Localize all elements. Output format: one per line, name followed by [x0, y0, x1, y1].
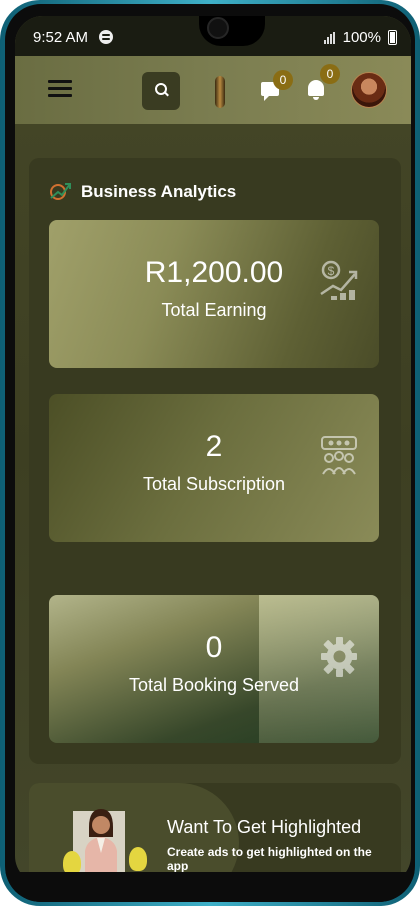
svg-text:$: $	[328, 264, 335, 278]
app-screen: 9:52 AM 100% 0 0 Business Analytics R1,2…	[15, 16, 411, 884]
chat-badge: 0	[273, 70, 293, 90]
promo-title: Want To Get Highlighted	[167, 817, 362, 837]
notification-badge: 0	[320, 64, 340, 84]
bell-icon[interactable]	[308, 80, 324, 100]
phone-bottom-bezel	[5, 872, 415, 902]
coin-icon[interactable]	[215, 76, 225, 108]
battery-icon	[388, 30, 397, 45]
avatar[interactable]	[351, 72, 387, 108]
highlight-promo-banner[interactable]: Want To Get Highlighted Create ads to ge…	[29, 783, 401, 884]
status-bar: 9:52 AM 100%	[15, 16, 411, 56]
business-analytics-panel: Business Analytics R1,200.00 Total Earni…	[29, 158, 401, 764]
total-earning-card[interactable]: R1,200.00 Total Earning $	[49, 220, 379, 368]
audience-icon	[321, 436, 357, 475]
phone-frame: 9:52 AM 100% 0 0 Business Analytics R1,2…	[0, 0, 420, 906]
spotify-icon	[99, 30, 113, 44]
phone-bezel: 9:52 AM 100% 0 0 Business Analytics R1,2…	[5, 4, 415, 902]
status-time: 9:52 AM	[33, 29, 89, 46]
lightbulb-icon	[129, 847, 147, 871]
panel-title: Business Analytics	[81, 182, 237, 201]
signal-icon	[323, 31, 335, 44]
top-app-bar: 0 0	[15, 56, 411, 124]
promo-text: Create ads to get highlighted on the app	[167, 845, 372, 873]
earnings-chart-icon: $	[320, 260, 358, 300]
search-button[interactable]	[142, 72, 180, 110]
gear-icon	[321, 637, 357, 677]
total-subscription-card[interactable]: 2 Total Subscription	[49, 394, 379, 542]
camera-icon	[207, 17, 229, 39]
status-right: 100%	[323, 29, 397, 46]
total-booking-card[interactable]: 0 Total Booking Served	[49, 595, 379, 743]
menu-icon[interactable]	[48, 80, 72, 98]
battery-percent: 100%	[342, 29, 381, 46]
analytics-icon	[50, 183, 71, 200]
